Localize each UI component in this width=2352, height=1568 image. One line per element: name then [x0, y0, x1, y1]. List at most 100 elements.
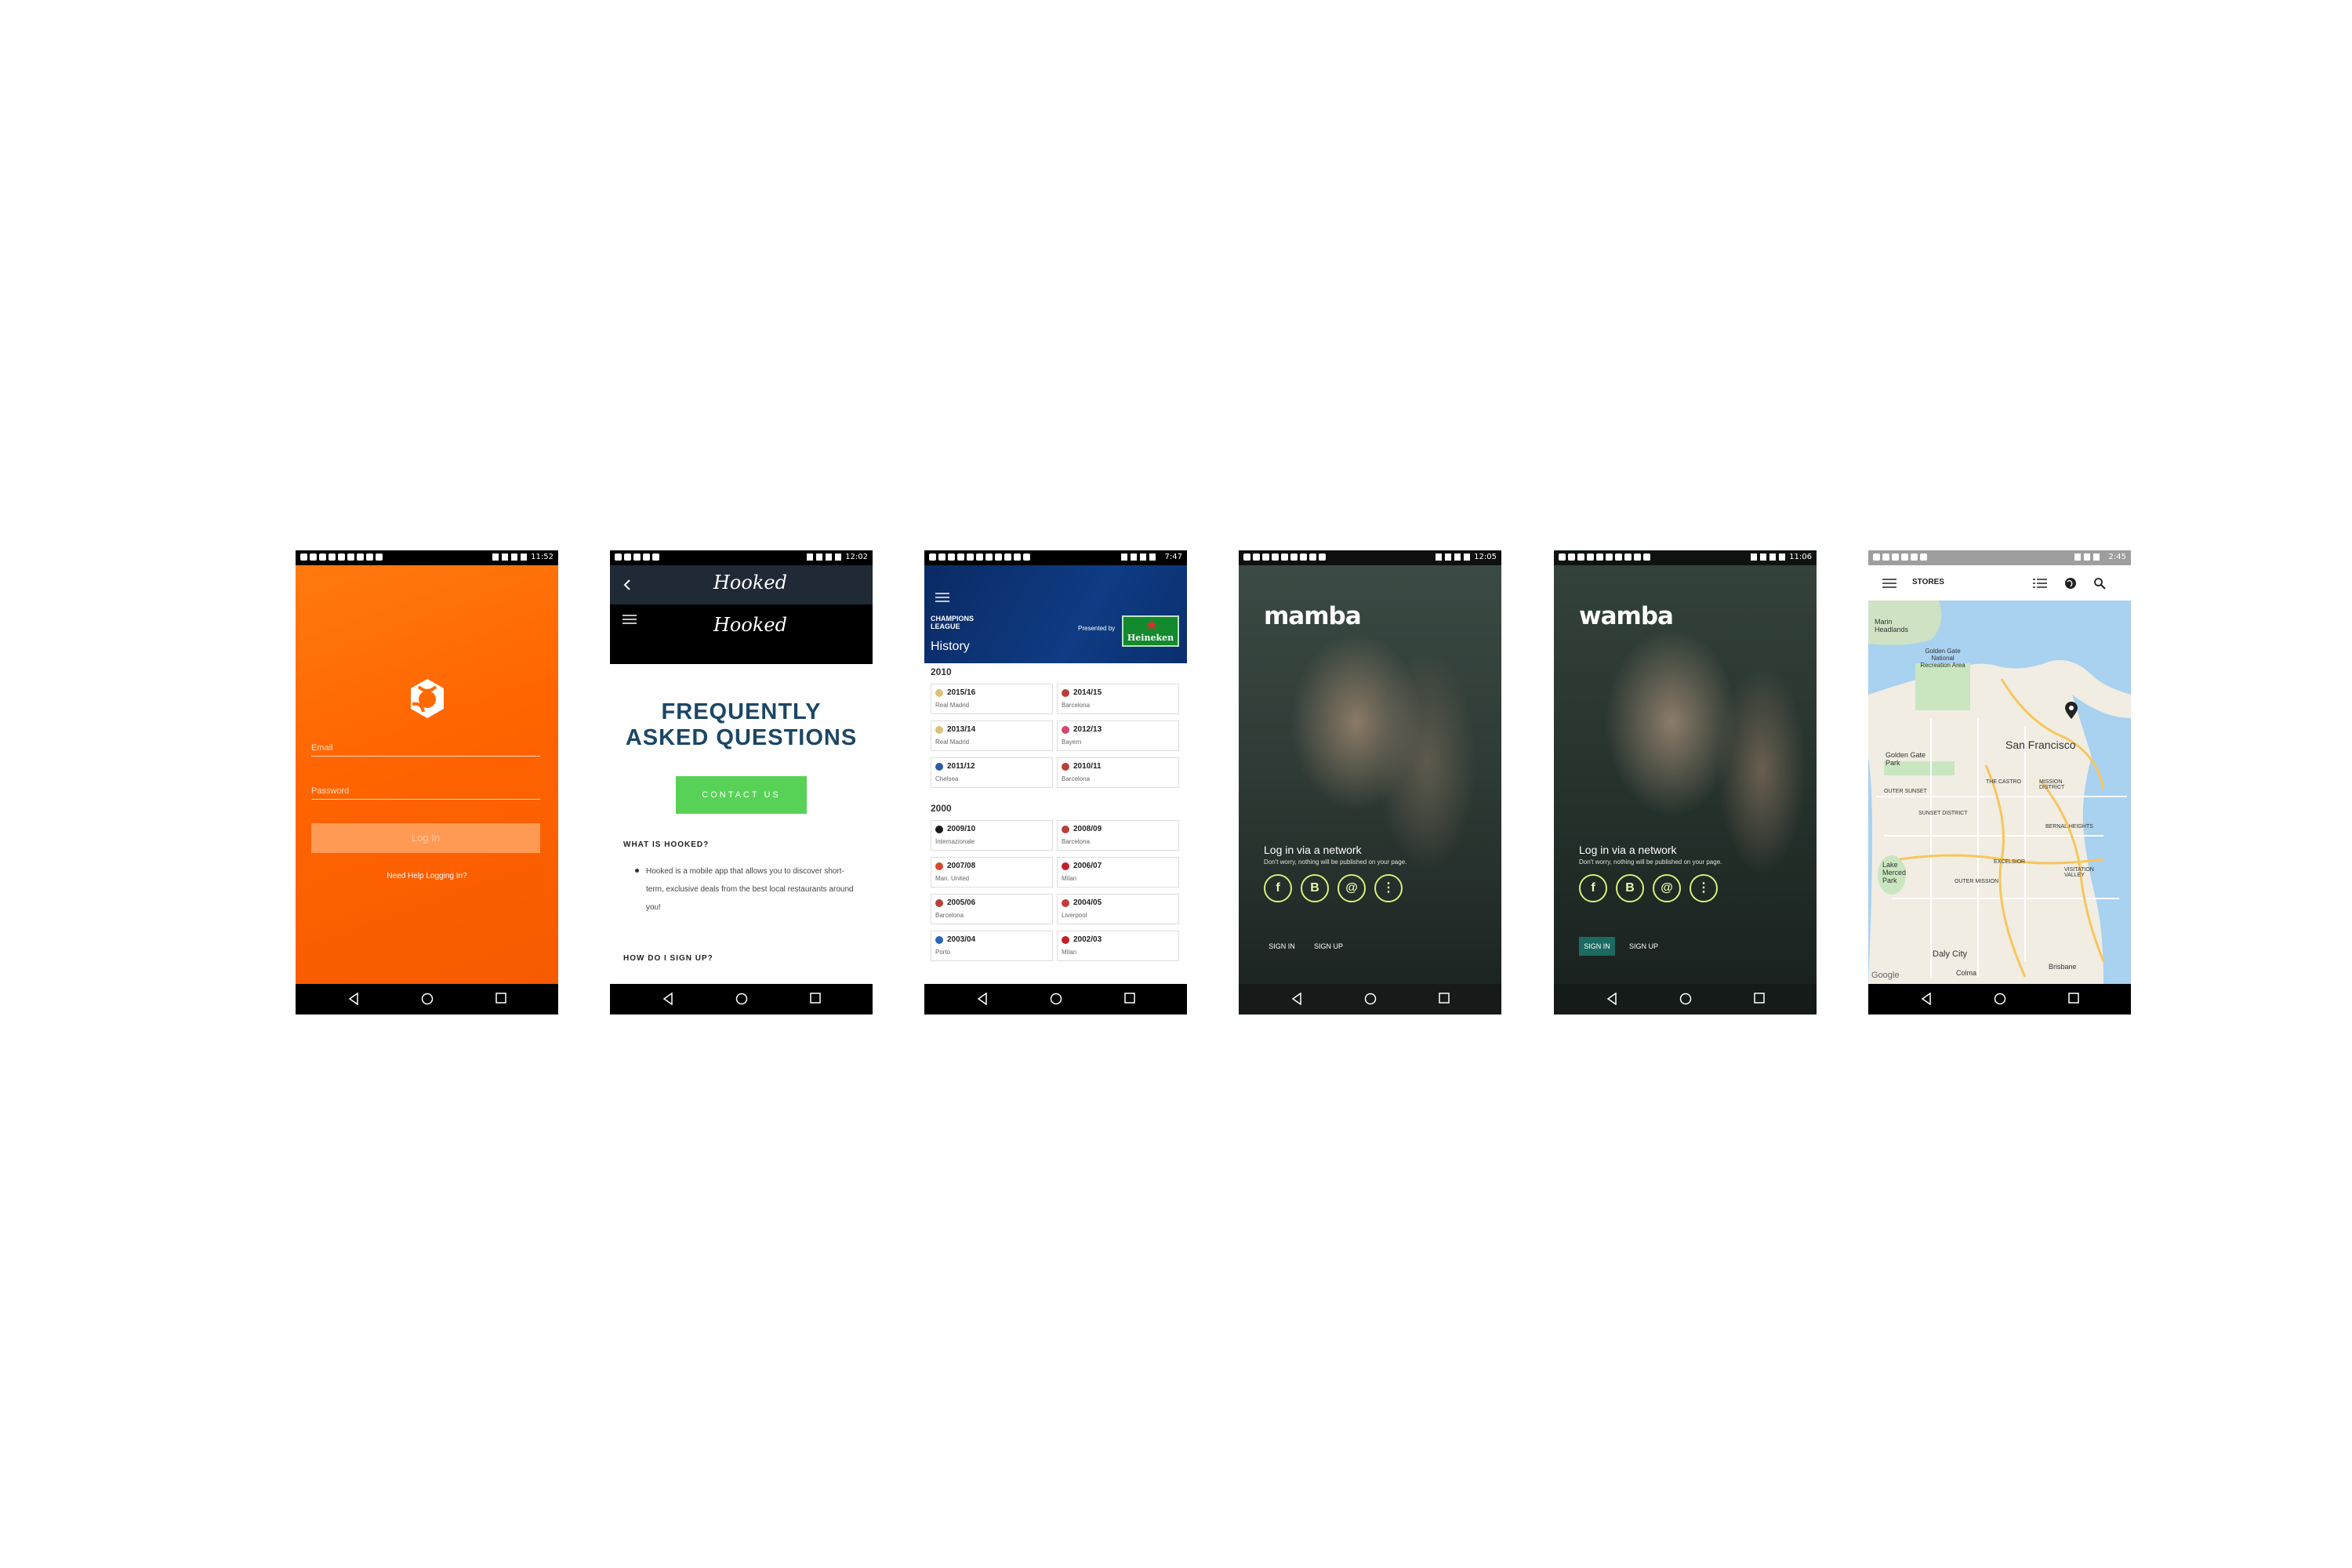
season-card[interactable]: 2015/16 Real Madrid [931, 684, 1053, 714]
help-link[interactable]: Need Help Logging In? [296, 872, 558, 880]
season-card[interactable]: 2012/13 Bayern [1057, 720, 1179, 751]
map-label: THE CASTRO [1986, 779, 2022, 785]
winning-team: Barcelona [1062, 702, 1091, 709]
decade-header: 2000 [931, 803, 952, 814]
sign-in-button[interactable]: SIGN IN [1579, 937, 1615, 956]
season-card[interactable]: 2002/03 Milan [1057, 931, 1179, 961]
home-icon[interactable] [735, 993, 748, 1005]
winning-team: Barcelona [935, 912, 964, 919]
nav-bar [610, 984, 873, 1014]
map-label: VISITATION VALLEY [2064, 867, 2094, 878]
season-card[interactable]: 2003/04 Porto [931, 931, 1053, 961]
home-icon[interactable] [1050, 993, 1062, 1005]
brand-logo-secondary: Hooked [713, 614, 787, 636]
sign-up-button[interactable]: SIGN UP [1314, 937, 1343, 956]
brand-logo: Hooked [713, 572, 787, 593]
back-arrow-icon[interactable] [622, 579, 632, 591]
club-crest-icon [935, 726, 943, 734]
vk-icon[interactable]: B [1301, 874, 1329, 902]
menu-icon[interactable] [622, 614, 637, 625]
menu-icon[interactable] [935, 592, 949, 603]
recents-icon[interactable] [2068, 993, 2079, 1004]
more-icon[interactable]: ⋮ [1690, 874, 1718, 902]
season-card[interactable]: 2005/06 Barcelona [931, 894, 1053, 924]
screen-mamba-login: 12:05 mamba Log in via a network Don't w… [1239, 550, 1501, 1014]
list-icon[interactable] [2033, 578, 2047, 589]
faq-question[interactable]: HOW DO I SIGN UP? [623, 954, 713, 963]
back-icon[interactable] [977, 993, 988, 1005]
season-card[interactable]: 2013/14 Real Madrid [931, 720, 1053, 751]
winning-team: Chelsea [935, 775, 959, 782]
brand-logo: mamba [1264, 602, 1362, 630]
vk-icon[interactable]: B [1616, 874, 1644, 902]
season-card[interactable]: 2014/15 Barcelona [1057, 684, 1179, 714]
season-card[interactable]: 2006/07 Milan [1057, 857, 1179, 887]
faq-question[interactable]: WHAT IS HOOKED? [623, 840, 709, 849]
location-pin-icon[interactable] [2065, 702, 2078, 719]
map-label: Brisbane [2049, 963, 2077, 971]
season-card[interactable]: 2008/09 Barcelona [1057, 820, 1179, 851]
recents-icon[interactable] [1124, 993, 1135, 1004]
nav-bar [924, 984, 1187, 1014]
season-year: 2012/13 [1073, 725, 1102, 734]
login-button[interactable]: Log In [311, 823, 540, 853]
season-card[interactable]: 2010/11 Barcelona [1057, 757, 1179, 788]
network-login-subtitle: Don't worry, nothing will be published o… [1579, 858, 1722, 866]
email-field[interactable] [311, 756, 540, 757]
status-bar: 11:06 [1554, 550, 1817, 565]
contact-us-button[interactable]: CONTACT US [676, 776, 807, 814]
season-card[interactable]: 2004/05 Liverpool [1057, 894, 1179, 924]
background [296, 565, 558, 984]
recents-icon[interactable] [1439, 993, 1450, 1004]
map-label: EXCELSIOR [1994, 859, 2026, 865]
map-label: BERNAL HEIGHTS [2045, 824, 2093, 829]
star-icon [1146, 619, 1157, 630]
season-card[interactable]: 2011/12 Chelsea [931, 757, 1053, 788]
status-time: 12:02 [845, 553, 868, 561]
home-icon[interactable] [1364, 993, 1377, 1005]
map[interactable]: San Francisco Marin Headlands Golden Gat… [1868, 601, 2131, 984]
more-icon[interactable]: ⋮ [1374, 874, 1403, 902]
password-field[interactable] [311, 799, 540, 800]
season-year: 2009/10 [947, 825, 976, 833]
club-crest-icon [935, 899, 943, 907]
recents-icon[interactable] [495, 993, 506, 1004]
mail-icon[interactable]: @ [1653, 874, 1681, 902]
status-time: 12:05 [1474, 553, 1497, 561]
club-crest-icon [935, 763, 943, 771]
menu-icon[interactable] [1882, 578, 1896, 589]
facebook-icon[interactable]: f [1579, 874, 1607, 902]
winning-team: Man. United [935, 875, 970, 882]
home-icon[interactable] [421, 993, 434, 1005]
screen-stores-map: 2:45 STORES San Francisco Marin Headland… [1868, 550, 2131, 1014]
status-bar: 7:47 [924, 550, 1187, 565]
password-field-label: Password [311, 786, 350, 796]
status-time: 7:47 [1164, 553, 1182, 561]
system-icons [1751, 554, 1785, 561]
title-line-2: ASKED QUESTIONS [625, 725, 858, 750]
season-card[interactable]: 2007/08 Man. United [931, 857, 1053, 887]
back-icon[interactable] [1291, 993, 1302, 1005]
status-bar: 12:05 [1239, 550, 1501, 565]
recents-icon[interactable] [1754, 993, 1765, 1004]
screen-hooked-faq: 12:02 Hooked Hooked FREQUENTLY ASKED QUE… [610, 550, 873, 1014]
home-icon[interactable] [1679, 993, 1692, 1005]
map-label: Golden Gate Park [1886, 751, 1926, 767]
mail-icon[interactable]: @ [1338, 874, 1366, 902]
sign-up-button[interactable]: SIGN UP [1629, 937, 1658, 956]
season-card[interactable]: 2009/10 Internazionale [931, 820, 1053, 851]
back-icon[interactable] [662, 993, 673, 1005]
home-icon[interactable] [1994, 993, 2006, 1005]
recents-icon[interactable] [810, 993, 821, 1004]
top-app-bar: STORES [1868, 565, 2131, 601]
screen-ucl-history: 7:47 CHAMPIONS LEAGUE Presented by Heine… [924, 550, 1187, 1014]
sign-in-button[interactable]: SIGN IN [1264, 937, 1300, 956]
globe-icon[interactable] [2064, 577, 2077, 590]
network-login-title: Log in via a network [1264, 844, 1362, 856]
facebook-icon[interactable]: f [1264, 874, 1292, 902]
search-icon[interactable] [2093, 577, 2106, 590]
winning-team: Liverpool [1062, 912, 1087, 919]
back-icon[interactable] [1921, 993, 1932, 1005]
back-icon[interactable] [1606, 993, 1617, 1005]
back-icon[interactable] [348, 993, 359, 1005]
